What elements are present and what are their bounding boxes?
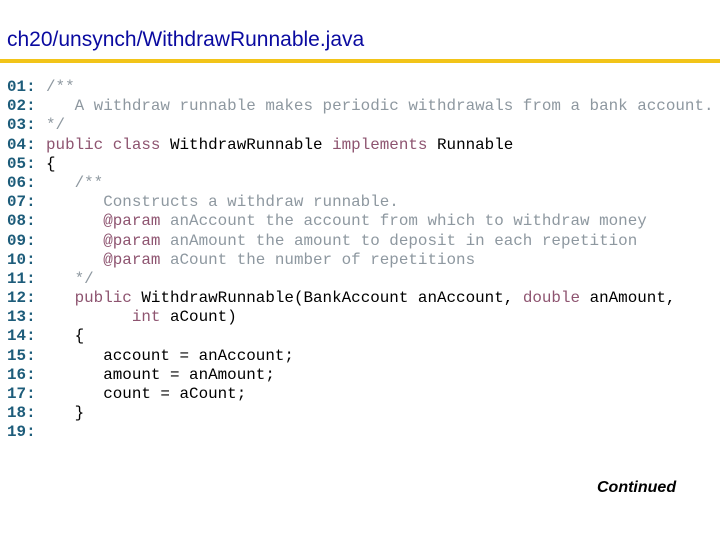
code-text: Runnable (437, 135, 514, 154)
line-number: 19: (7, 423, 36, 442)
code-text: account = anAccount; (46, 346, 294, 365)
line-number: 12: (7, 289, 36, 308)
code-line: 09: @param anAmount the amount to deposi… (7, 232, 714, 251)
code-line: 04: public class WithdrawRunnable impleme… (7, 136, 714, 155)
line-number: 08: (7, 212, 36, 231)
line-number: 09: (7, 231, 36, 250)
code-text: WithdrawRunnable (169, 135, 333, 154)
line-number: 18: (7, 404, 36, 423)
code-keyword: implements (332, 135, 437, 154)
line-number: 11: (7, 269, 36, 288)
line-number: 13: (7, 308, 36, 327)
code-comment: */ (46, 269, 94, 288)
code-line: 18: } (7, 404, 714, 423)
line-number: 02: (7, 97, 36, 116)
continued-label: Continued (597, 479, 677, 496)
code-line: 01: /** (7, 78, 714, 97)
title-divider (0, 59, 720, 63)
line-number: 03: (7, 116, 36, 135)
code-line: 11: */ (7, 270, 714, 289)
code-comment (46, 232, 103, 250)
line-number: 14: (7, 327, 36, 346)
line-number: 01: (7, 78, 36, 96)
code-comment (46, 251, 103, 269)
code-comment: /** (46, 78, 75, 96)
code-text: count = aCount; (46, 385, 247, 403)
code-comment: */ (46, 116, 66, 135)
code-keyword: @param (103, 212, 161, 231)
code-keyword: public (74, 289, 142, 308)
code-line: 15: account = anAccount; (7, 347, 714, 366)
code-keyword: @param (103, 231, 161, 250)
line-number: 06: (7, 173, 36, 192)
code-comment: Constructs a withdraw runnable. (46, 193, 399, 212)
code-line: 14: { (7, 327, 714, 346)
code-keyword: public class (46, 135, 170, 154)
line-number: 07: (7, 193, 36, 212)
line-number: 04: (7, 135, 36, 154)
line-number: 16: (7, 365, 36, 384)
code-keyword: @param (103, 250, 161, 269)
code-line: 12: public WithdrawRunnable(BankAccount … (7, 289, 714, 308)
code-text: anAmount, (589, 289, 676, 308)
code-comment: A withdraw runnable makes periodic withd… (46, 97, 714, 116)
slide-title: ch20/unsynch/WithdrawRunnable.java (7, 28, 365, 51)
code-line: 10: @param aCount the number of repetiti… (7, 251, 714, 270)
code-keyword: double (522, 289, 590, 308)
code-line: 13: int aCount) (7, 308, 714, 327)
code-line: 02: A withdraw runnable makes periodic w… (7, 97, 714, 116)
code-line: 17: count = aCount; (7, 385, 714, 404)
code-text: { (46, 154, 56, 173)
code-text: aCount) (169, 308, 237, 327)
code-comment: anAmount the amount to deposit in each r… (160, 231, 638, 250)
code-line: 05: { (7, 155, 714, 174)
code-text: amount = anAmount; (46, 365, 275, 384)
line-number: 10: (7, 250, 36, 269)
code-comment: anAccount the account from which to with… (160, 212, 647, 231)
code-text: } (46, 404, 85, 423)
line-number: 05: (7, 154, 36, 173)
code-comment: aCount the number of repetitions (160, 250, 476, 269)
code-text: { (46, 327, 85, 346)
code-text: WithdrawRunnable(BankAccount anAccount, (141, 289, 523, 308)
line-number: 17: (7, 385, 36, 403)
code-line: 19: (7, 423, 714, 442)
code-listing: 01:/** 02: A withdraw runnable makes peri… (7, 78, 714, 443)
line-number: 15: (7, 346, 36, 365)
code-line: 07: Constructs a withdraw runnable. (7, 193, 714, 212)
code-line: 16: amount = anAmount; (7, 366, 714, 385)
code-line: 06: /** (7, 174, 714, 193)
code-line: 03: */ (7, 116, 714, 135)
code-keyword: int (131, 308, 170, 327)
code-comment (46, 212, 103, 230)
code-line: 08: @param anAccount the account from wh… (7, 212, 714, 231)
code-comment: /** (46, 173, 104, 192)
